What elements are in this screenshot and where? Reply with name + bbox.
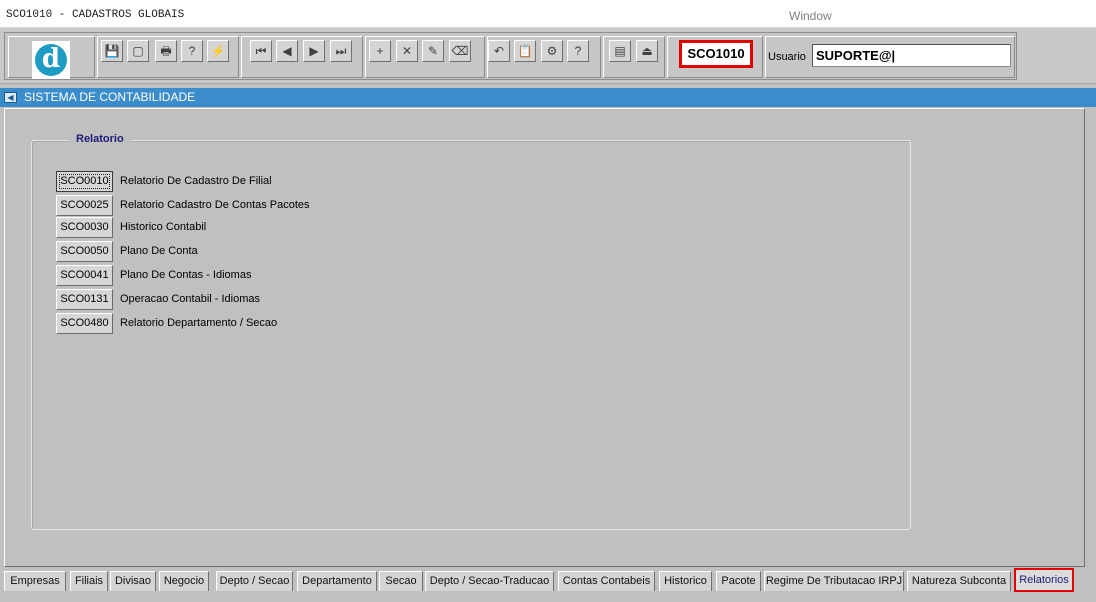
tab-depto-secao[interactable]: Depto / Secao xyxy=(216,571,293,591)
report-button-sco0480[interactable]: SCO0480 xyxy=(56,313,113,334)
clear-button[interactable]: ⌫ xyxy=(449,40,471,62)
clear-icon: ⌫ xyxy=(451,44,469,58)
tab-natureza-subconta[interactable]: Natureza Subconta xyxy=(907,571,1011,591)
tools-icon: ⚙ xyxy=(546,44,558,58)
next-record-icon: ▶ xyxy=(309,44,319,58)
insert-record-icon: + xyxy=(376,44,384,58)
form-code-display: SCO1010 xyxy=(679,40,753,68)
undo-icon: ↶ xyxy=(493,44,505,58)
report-row: SCO0025 Relatorio Cadastro De Contas Paco… xyxy=(56,195,456,217)
query-button[interactable]: ? xyxy=(181,40,203,62)
logo: d xyxy=(32,41,70,79)
report-button-sco0025[interactable]: SCO0025 xyxy=(56,195,113,216)
query-icon: ? xyxy=(188,44,196,58)
exit-icon: ⏏ xyxy=(641,44,653,58)
report-row: SCO0050 Plano De Conta xyxy=(56,241,456,263)
report-button-sco0030[interactable]: SCO0030 xyxy=(56,217,113,238)
help-icon: ? xyxy=(574,44,582,58)
clipboard-icon: 📋 xyxy=(517,44,533,58)
report-label: Relatorio Departamento / Secao xyxy=(120,317,278,329)
tab-depto-secao-traducao[interactable]: Depto / Secao-Traducao xyxy=(425,571,554,591)
report-button-sco0131[interactable]: SCO0131 xyxy=(56,289,113,310)
tab-divisao[interactable]: Divisao xyxy=(110,571,156,591)
edit-button[interactable]: ✎ xyxy=(422,40,444,62)
tab-filiais[interactable]: Filiais xyxy=(70,571,108,591)
user-field[interactable]: SUPORTE@| xyxy=(812,44,1011,67)
save-icon: 💾 xyxy=(104,44,120,58)
screen-button[interactable]: ▢ xyxy=(127,40,149,62)
report-row: SCO0010 Relatorio De Cadastro De Filial xyxy=(56,171,456,193)
exit-button[interactable]: ⏏ xyxy=(636,40,658,62)
clipboard-button[interactable]: 📋 xyxy=(514,40,536,62)
report-label: Historico Contabil xyxy=(120,221,207,233)
print-button[interactable]: 🖶 xyxy=(155,40,177,62)
menu-button[interactable]: ▤ xyxy=(609,40,631,62)
module-icon: ◀ xyxy=(4,92,17,103)
tab-contas-contabeis[interactable]: Contas Contabeis xyxy=(558,571,655,591)
report-row: SCO0041 Plano De Contas - Idiomas xyxy=(56,265,456,287)
user-label: Usuario xyxy=(768,51,806,63)
last-record-button[interactable]: ⏭ xyxy=(330,40,352,62)
tab-historico[interactable]: Historico xyxy=(659,571,712,591)
help-button[interactable]: ? xyxy=(567,40,589,62)
toolbar: d 💾 ▢ 🖶? ⚡ ⏮ ◀ ▶ ⏭ + ✕ ✎ ⌫ ↶ 📋 ⚙? ▤ ⏏ SCO1010 Usuario SU… xyxy=(0,28,1096,84)
report-label: Operacao Contabil - Idiomas xyxy=(120,293,261,305)
delete-record-icon: ✕ xyxy=(401,44,413,58)
execute-query-icon: ⚡ xyxy=(210,44,226,58)
tab-empresas[interactable]: Empresas xyxy=(4,571,66,591)
report-row: SCO0480 Relatorio Departamento / Secao xyxy=(56,313,456,335)
insert-record-button[interactable]: + xyxy=(369,40,391,62)
tools-button[interactable]: ⚙ xyxy=(541,40,563,62)
logo-icon: d xyxy=(35,44,67,76)
relatorio-legend: Relatorio xyxy=(68,133,132,145)
report-button-sco0010[interactable]: SCO0010 xyxy=(56,171,113,192)
save-button[interactable]: 💾 xyxy=(101,40,123,62)
report-label: Plano De Conta xyxy=(120,245,198,257)
window-menu-label[interactable]: Window xyxy=(789,9,832,23)
report-button-sco0041[interactable]: SCO0041 xyxy=(56,265,113,286)
tab-secao[interactable]: Secao xyxy=(379,571,423,591)
report-label: Plano De Contas - Idiomas xyxy=(120,269,252,281)
screen-icon: ▢ xyxy=(132,44,144,58)
undo-button[interactable]: ↶ xyxy=(488,40,510,62)
main-panel: Relatorio SCO0010 Relatorio De Cadastro D… xyxy=(4,108,1085,567)
menu-icon: ▤ xyxy=(614,44,626,58)
report-label: Relatorio De Cadastro De Filial xyxy=(120,175,272,187)
tab-pacote[interactable]: Pacote xyxy=(716,571,761,591)
print-icon: 🖶 xyxy=(160,44,172,58)
logo-group: d xyxy=(8,36,95,79)
edit-icon: ✎ xyxy=(427,44,439,58)
report-button-sco0050[interactable]: SCO0050 xyxy=(56,241,113,262)
last-record-icon: ⏭ xyxy=(335,44,347,58)
previous-record-button[interactable]: ◀ xyxy=(276,40,298,62)
next-record-button[interactable]: ▶ xyxy=(303,40,325,62)
first-record-button[interactable]: ⏮ xyxy=(250,40,272,62)
report-row: SCO0030 Historico Contabil xyxy=(56,217,456,239)
delete-record-button[interactable]: ✕ xyxy=(396,40,418,62)
tab-bar: Empresas Filiais Divisao Negocio Depto / Sec… xyxy=(0,568,1096,602)
execute-query-button[interactable]: ⚡ xyxy=(207,40,229,62)
tab-negocio[interactable]: Negocio xyxy=(159,571,209,591)
tab-regime-de-tributacao-irpj[interactable]: Regime De Tributacao IRPJ xyxy=(764,571,904,591)
module-title: SISTEMA DE CONTABILIDADE xyxy=(24,90,196,104)
report-label: Relatorio Cadastro De Contas Pacotes xyxy=(120,199,310,211)
tab-relatorios[interactable]: Relatorios xyxy=(1014,568,1074,592)
app-title: SCO1010 - CADASTROS GLOBAIS xyxy=(6,9,185,21)
first-record-icon: ⏮ xyxy=(255,44,267,58)
report-row: SCO0131 Operacao Contabil - Idiomas xyxy=(56,289,456,311)
tab-departamento[interactable]: Departamento xyxy=(297,571,377,591)
module-header: ◀ SISTEMA DE CONTABILIDADE xyxy=(0,88,1096,107)
previous-record-icon: ◀ xyxy=(282,44,292,58)
title-bar: SCO1010 - CADASTROS GLOBAIS Window xyxy=(0,0,1096,28)
